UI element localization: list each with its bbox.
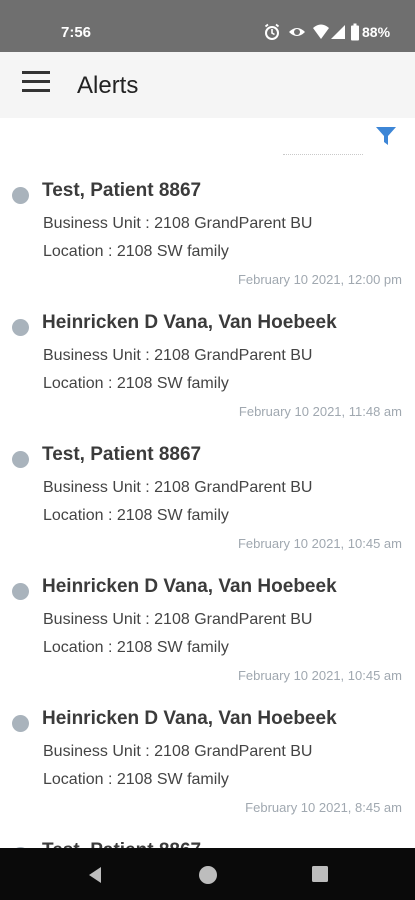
alert-timestamp: February 10 2021, 12:00 pm: [237, 272, 402, 287]
alert-patient-name: Heinricken D Vana, Van Hoebeek: [42, 708, 337, 729]
home-icon[interactable]: [198, 865, 218, 885]
status-dot: [12, 187, 29, 204]
app-bar: Alerts: [0, 52, 415, 118]
status-bar: 7:56 88%: [0, 0, 415, 52]
list-item[interactable]: Test, Patient 8867: [0, 830, 415, 848]
alert-location: Location : 2108 SW family: [43, 507, 229, 524]
alert-timestamp: February 10 2021, 8:45 am: [245, 800, 402, 815]
alert-timestamp: February 10 2021, 11:48 am: [238, 404, 402, 419]
wifi-icon: [313, 24, 329, 39]
status-dot: [12, 451, 29, 468]
alert-location: Location : 2108 SW family: [43, 375, 229, 392]
menu-button[interactable]: [19, 68, 53, 98]
battery-percent: 88%: [362, 24, 391, 40]
alert-patient-name: Heinricken D Vana, Van Hoebeek: [42, 312, 337, 333]
list-item[interactable]: Test, Patient 8867 Business Unit : 2108 …: [0, 434, 415, 566]
back-icon[interactable]: [87, 866, 103, 884]
alert-business-unit: Business Unit : 2108 GrandParent BU: [43, 743, 313, 760]
alert-business-unit: Business Unit : 2108 GrandParent BU: [43, 215, 313, 232]
filter-button[interactable]: [374, 124, 398, 148]
status-dot: [12, 583, 29, 600]
list-item[interactable]: Heinricken D Vana, Van Hoebeek Business …: [0, 698, 415, 830]
alert-business-unit: Business Unit : 2108 GrandParent BU: [43, 479, 313, 496]
alert-location: Location : 2108 SW family: [43, 771, 229, 788]
status-dot: [12, 715, 29, 732]
alert-patient-name: Test, Patient 8867: [42, 444, 202, 465]
navigation-bar: [0, 848, 415, 900]
signal-icon: [331, 25, 345, 39]
eye-icon: [289, 28, 305, 36]
divider: [283, 154, 363, 157]
hamburger-menu-icon: [22, 71, 50, 74]
alert-patient-name: Test, Patient 8867: [42, 840, 201, 848]
status-time: 7:56: [61, 24, 92, 41]
alert-timestamp: February 10 2021, 10:45 am: [237, 536, 402, 551]
status-dot: [12, 319, 29, 336]
alert-location: Location : 2108 SW family: [43, 243, 229, 260]
filter-icon: [376, 127, 396, 145]
battery-icon: [351, 23, 359, 41]
page-title: Alerts: [77, 72, 139, 99]
alarm-icon: [264, 23, 280, 40]
alert-patient-name: Test, Patient 8867: [42, 180, 202, 201]
recents-icon[interactable]: [312, 866, 328, 882]
alert-location: Location : 2108 SW family: [43, 639, 229, 656]
list-item[interactable]: Heinricken D Vana, Van Hoebeek Business …: [0, 566, 415, 698]
alert-timestamp: February 10 2021, 10:45 am: [237, 668, 402, 683]
alert-patient-name: Heinricken D Vana, Van Hoebeek: [42, 576, 337, 597]
alert-business-unit: Business Unit : 2108 GrandParent BU: [43, 611, 313, 628]
list-item[interactable]: Test, Patient 8867 Business Unit : 2108 …: [0, 170, 415, 302]
alert-business-unit: Business Unit : 2108 GrandParent BU: [43, 347, 313, 364]
list-item[interactable]: Heinricken D Vana, Van Hoebeek Business …: [0, 302, 415, 434]
